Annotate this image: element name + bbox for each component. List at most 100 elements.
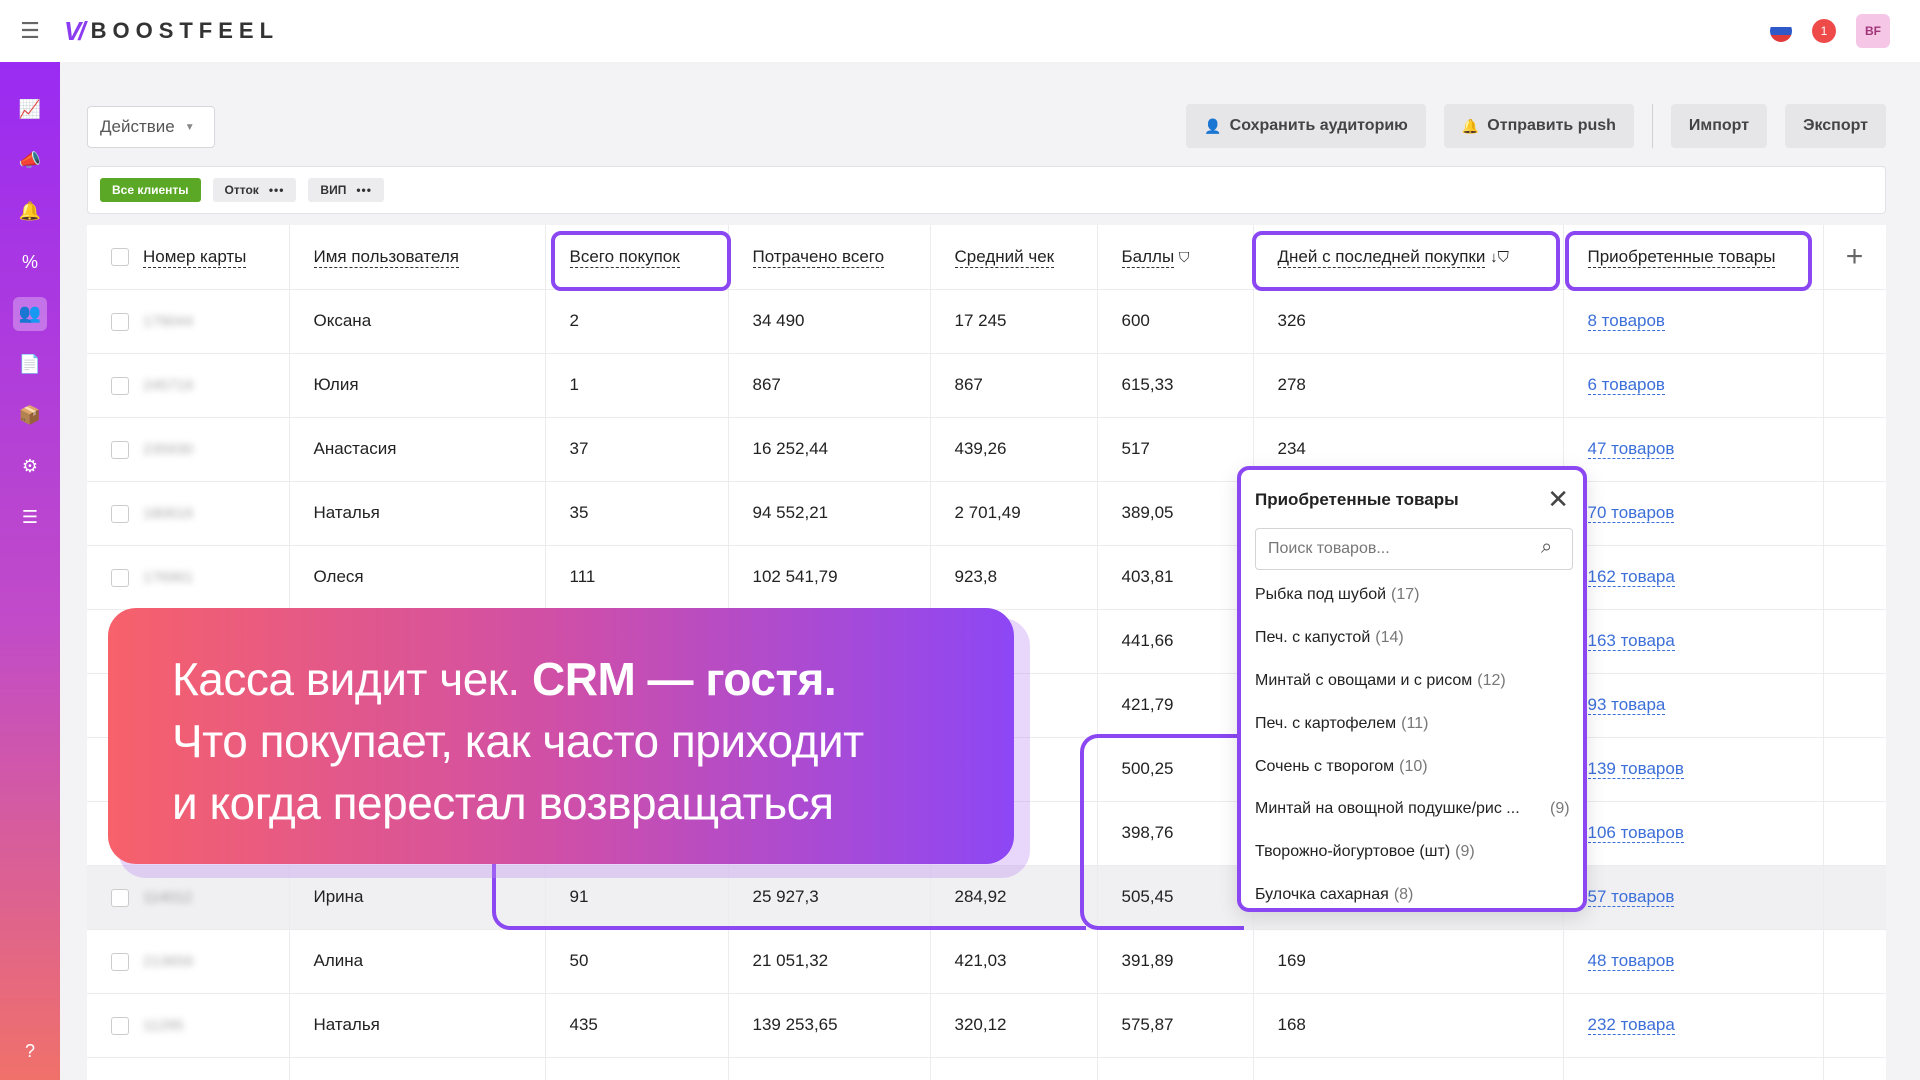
sidebar-item-1[interactable]: 📣	[0, 135, 60, 186]
avatar[interactable]: BF	[1856, 14, 1890, 48]
cell-empty	[1823, 929, 1886, 994]
goods-name: Минтай с овощами и с рисом	[1255, 671, 1473, 689]
table-row[interactable]: 245719 Юлия 1 867 867 615,33 278 6 товаров	[87, 353, 1886, 418]
cell-goods[interactable]: 163 товара	[1563, 609, 1824, 674]
sidebar-item-6[interactable]: 📦	[0, 390, 60, 441]
cell-goods[interactable]: 232 товара	[1563, 993, 1824, 1058]
goods-link[interactable]: 6 товаров	[1587, 375, 1665, 395]
cell-goods[interactable]: 6 товаров	[1563, 353, 1824, 418]
row-checkbox[interactable]	[111, 312, 129, 331]
goods-link[interactable]: 232 товара	[1587, 1015, 1675, 1035]
sidebar-item-4[interactable]: 👥	[0, 288, 60, 339]
goods-list-item[interactable]: Печ. с капустой (14)	[1255, 617, 1573, 660]
table-row[interactable]: 180616 Наталья 35 94 552,21 2 701,49 389,05 70…	[87, 481, 1886, 546]
banner-line-3: и когда перестал возвращаться	[172, 777, 834, 829]
segment-tab[interactable]: Отток •••	[212, 178, 297, 202]
goods-link[interactable]: 48 товаров	[1587, 951, 1675, 971]
row-checkbox[interactable]	[111, 568, 129, 587]
cell-goods[interactable]: 93 товара	[1563, 673, 1824, 738]
cell-goods[interactable]: 139 товаров	[1563, 737, 1824, 802]
cell-value: 867	[954, 375, 983, 394]
col-points[interactable]: Баллы ⛉	[1097, 225, 1254, 290]
row-checkbox[interactable]	[111, 888, 129, 907]
cell-goods[interactable]: 48 товаров	[1563, 929, 1824, 994]
cell-goods[interactable]	[1563, 1057, 1824, 1080]
goods-link[interactable]: 93 товара	[1587, 695, 1666, 715]
goods-list-item[interactable]: Сочень с творогом (10)	[1255, 745, 1573, 788]
banner-line-1-bold: CRM — гостя.	[532, 653, 837, 705]
language-flag-icon[interactable]	[1770, 20, 1792, 42]
goods-count: (12)	[1477, 671, 1506, 689]
save-audience-button[interactable]: 👤 Сохранить аудиторию	[1186, 104, 1426, 148]
goods-link[interactable]: 162 товара	[1587, 567, 1675, 587]
more-icon[interactable]: •••	[269, 183, 285, 197]
cell-value: Олеся	[313, 567, 364, 586]
goods-link[interactable]: 70 товаров	[1587, 503, 1675, 523]
goods-link[interactable]: 57 товаров	[1587, 887, 1675, 907]
sidebar-item-8[interactable]: ☰	[0, 492, 60, 543]
cell-goods[interactable]: 57 товаров	[1563, 865, 1824, 930]
goods-search-input[interactable]	[1255, 528, 1573, 570]
col-avg-label: Средний чек	[954, 246, 1055, 268]
sidebar-item-3[interactable]: %	[0, 237, 60, 288]
notification-badge[interactable]: 1	[1812, 19, 1836, 43]
cell-value: 403,81	[1121, 567, 1174, 586]
col-avg[interactable]: Средний чек	[930, 225, 1098, 290]
cell-goods[interactable]: 8 товаров	[1563, 289, 1824, 354]
row-checkbox[interactable]	[111, 440, 129, 459]
row-checkbox[interactable]	[111, 376, 129, 395]
sidebar-item-5[interactable]: 📄	[0, 339, 60, 390]
goods-link[interactable]: 8 товаров	[1587, 311, 1665, 331]
col-card[interactable]: Номер карты	[87, 225, 290, 290]
more-icon[interactable]: •••	[356, 183, 372, 197]
help-icon[interactable]: ?	[0, 1041, 60, 1062]
cell-avg: 17 245	[930, 289, 1098, 354]
goods-link[interactable]: 47 товаров	[1587, 439, 1675, 459]
segment-tab[interactable]: ВИП •••	[308, 178, 384, 202]
cell-purchases: 111	[545, 545, 729, 610]
cell-spent: 94 552,21	[728, 481, 931, 546]
goods-list-item[interactable]: Печ. с картофелем (11)	[1255, 702, 1573, 745]
menu-icon[interactable]: ☰	[0, 0, 60, 62]
cell-goods[interactable]: 70 товаров	[1563, 481, 1824, 546]
goods-list-item[interactable]: Рыбка под шубой (17)	[1255, 574, 1573, 617]
segment-tab[interactable]: Все клиенты	[100, 178, 201, 202]
table-row[interactable]	[87, 1057, 1886, 1080]
row-checkbox[interactable]	[111, 1016, 129, 1035]
select-all-checkbox[interactable]	[111, 248, 129, 267]
cell-goods[interactable]: 162 товара	[1563, 545, 1824, 610]
cell-spent: 21 051,32	[728, 929, 931, 994]
filter-icon[interactable]: ⛉	[1179, 249, 1190, 265]
row-checkbox[interactable]	[111, 504, 129, 523]
goods-link[interactable]: 163 товара	[1587, 631, 1675, 651]
add-column-icon[interactable]: +	[1823, 225, 1886, 290]
export-button[interactable]: Экспорт	[1785, 104, 1886, 148]
table-row[interactable]: 235930 Анастасия 37 16 252,44 439,26 517 234 47…	[87, 417, 1886, 482]
import-button[interactable]: Импорт	[1670, 104, 1768, 148]
cell-value: 34 490	[752, 311, 805, 330]
table-row[interactable]: 179044 Оксана 2 34 490 17 245 600 326 8 товаров	[87, 289, 1886, 354]
sidebar-item-2[interactable]: 🔔	[0, 186, 60, 237]
action-select[interactable]: Действие ▼	[87, 106, 215, 148]
table-row[interactable]: 11295 Наталья 435 139 253,65 320,12 575,87 168…	[87, 993, 1886, 1058]
cell-goods[interactable]: 47 товаров	[1563, 417, 1824, 482]
send-push-button[interactable]: 🔔 Отправить push	[1443, 104, 1634, 148]
cell-goods[interactable]: 106 товаров	[1563, 801, 1824, 866]
table-row[interactable]: 176961 Олеся 111 102 541,79 923,8 403,81 162 т…	[87, 545, 1886, 610]
goods-list-item[interactable]: Минтай с овощами и с рисом (12)	[1255, 660, 1573, 703]
row-checkbox[interactable]	[111, 952, 129, 971]
sidebar-item-7[interactable]: ⚙	[0, 441, 60, 492]
goods-list-item[interactable]: Творожно-йогуртовое (шт) (9)	[1255, 831, 1573, 874]
close-icon[interactable]: ✕	[1547, 484, 1569, 515]
goods-link[interactable]: 106 товаров	[1587, 823, 1684, 843]
sidebar-item-0[interactable]: 📈	[0, 84, 60, 135]
cell-empty	[1823, 609, 1886, 674]
logo[interactable]: V/ BOOSTFEEL	[64, 16, 279, 47]
table-row[interactable]: 213659 Алина 50 21 051,32 421,03 391,89 169 48 …	[87, 929, 1886, 994]
col-name[interactable]: Имя пользователя	[289, 225, 546, 290]
goods-link[interactable]: 139 товаров	[1587, 759, 1684, 779]
cell-points	[1097, 1057, 1254, 1080]
goods-list-item[interactable]: Булочка сахарная (8)	[1255, 874, 1573, 917]
col-spent[interactable]: Потрачено всего	[728, 225, 931, 290]
goods-list-item[interactable]: Минтай на овощной подушке/рис ... (9)	[1255, 788, 1573, 831]
